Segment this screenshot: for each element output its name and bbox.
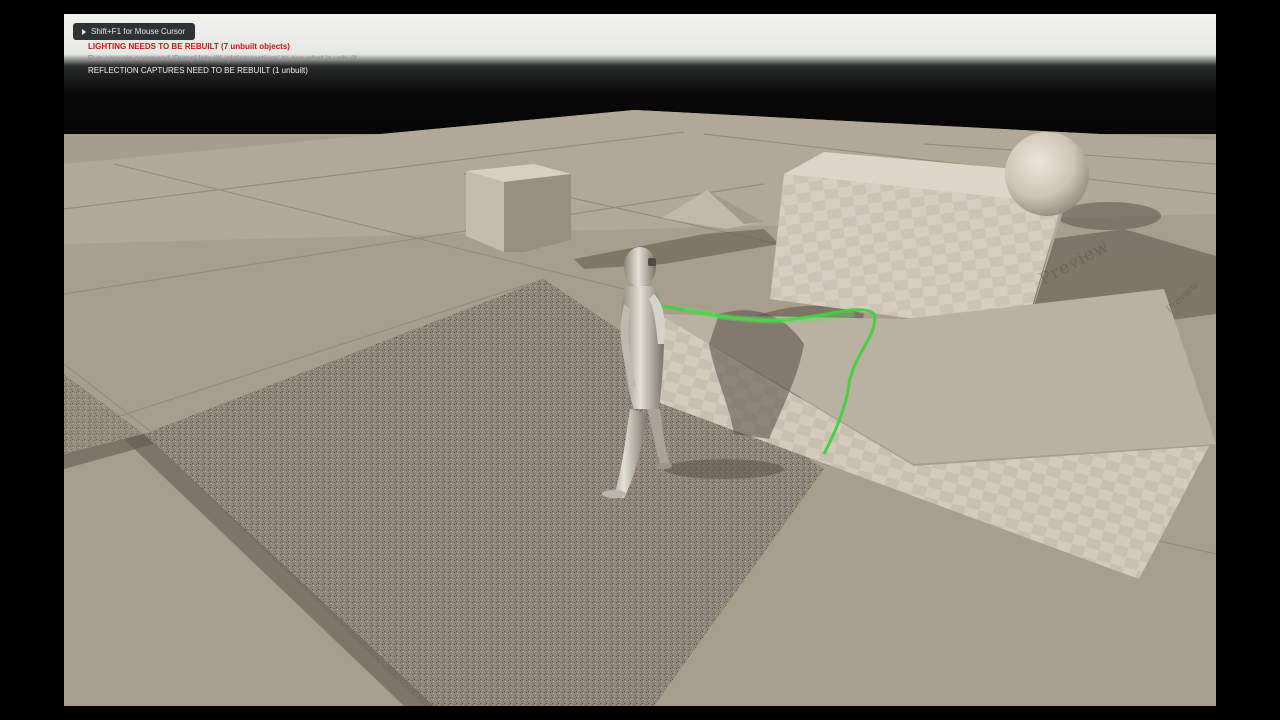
mouse-cursor-hint-button[interactable]: Shift+F1 for Mouse Cursor bbox=[73, 23, 196, 40]
cube-prop bbox=[466, 164, 571, 252]
game-viewport[interactable]: Shift+F1 for Mouse Cursor LIGHTING NEEDS… bbox=[64, 14, 1216, 706]
reflection-warning: REFLECTION CAPTURES NEED TO BE REBUILT (… bbox=[88, 66, 308, 75]
sphere-prop bbox=[1005, 132, 1089, 216]
play-triangle-icon bbox=[82, 28, 86, 35]
level-scene bbox=[64, 110, 1216, 706]
console-command-hint: Run console command 'DumpUnbuiltLightInt… bbox=[88, 54, 357, 63]
lighting-warning: LIGHTING NEEDS TO BE REBUILT (7 unbuilt … bbox=[88, 42, 290, 51]
hint-button-label: Shift+F1 for Mouse Cursor bbox=[91, 27, 186, 36]
